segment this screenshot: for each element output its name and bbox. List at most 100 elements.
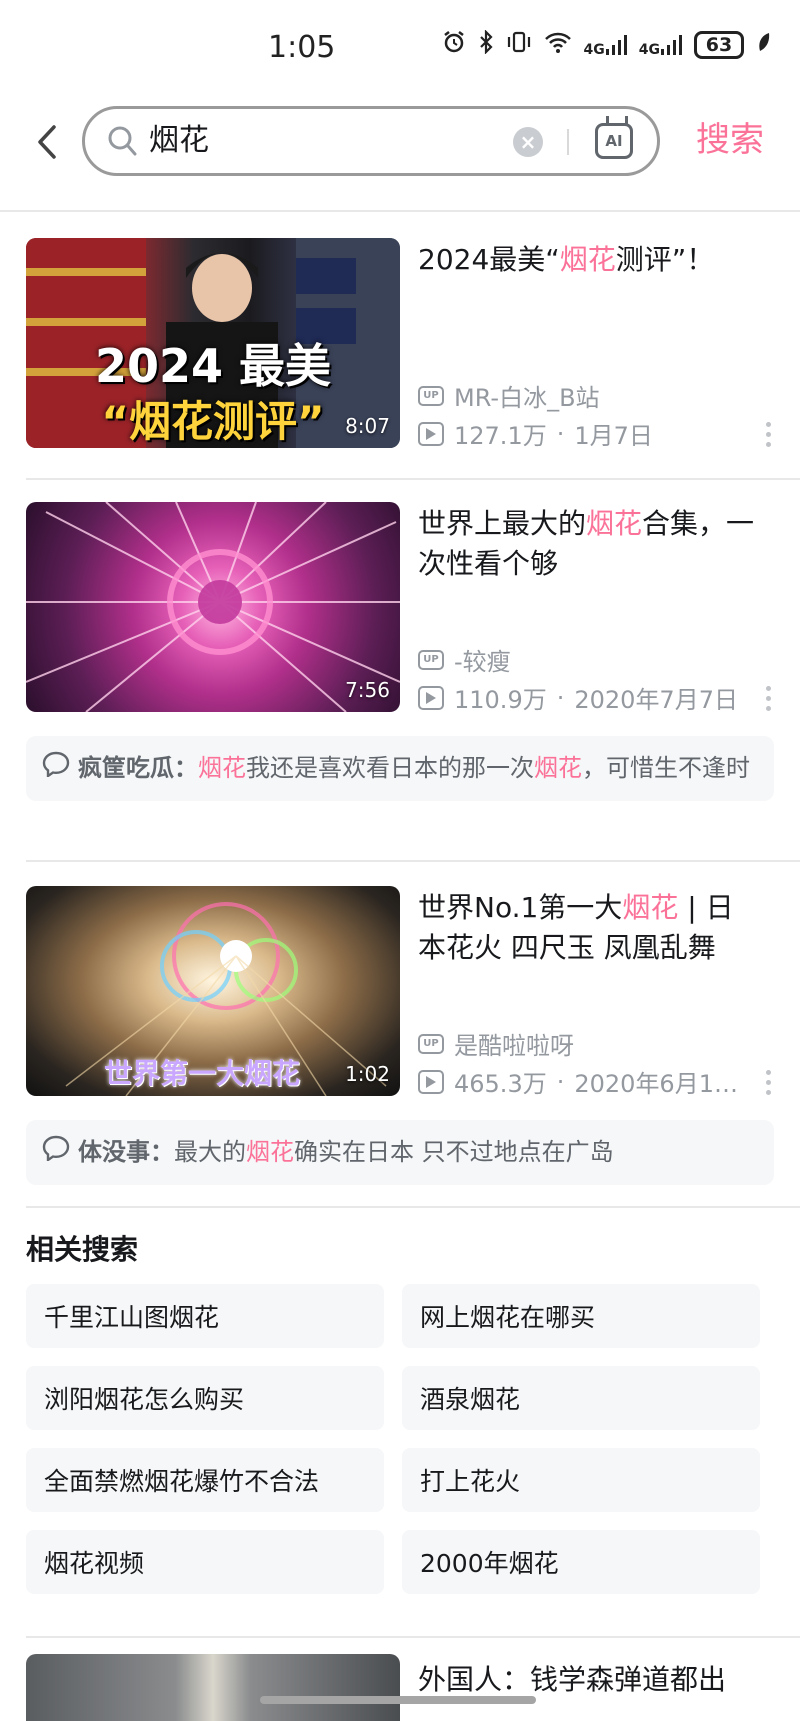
status-icons: 4G 4G 63 — [442, 29, 772, 60]
view-count: 465.3万 — [454, 1070, 547, 1098]
search-header: 烟花 × AI 搜索 — [0, 92, 800, 192]
stats-dot: · — [556, 683, 565, 712]
comment-user: 疯筐吃瓜： — [78, 754, 198, 782]
comment-icon — [42, 1135, 70, 1171]
publish-date: 2020年7月7日 — [574, 686, 738, 714]
related-search-item[interactable]: 2000年烟花 — [402, 1530, 760, 1594]
video-thumbnail[interactable]: 7:56 — [26, 502, 400, 712]
related-search-item[interactable]: 烟花视频 — [26, 1530, 384, 1594]
more-options-icon[interactable] — [764, 686, 772, 711]
up-badge-icon: UP — [418, 1033, 444, 1054]
header-divider — [0, 210, 800, 212]
video-item[interactable]: 2024 最美 “烟花测评” 8:07 2024最美“烟花测评”！ UP MR-… — [26, 238, 800, 451]
network-type-2: 4G — [638, 42, 660, 58]
item-divider — [26, 1206, 800, 1208]
uploader-name: 是酷啦啦呀 — [454, 1032, 574, 1060]
related-searches-grid: 千里江山图烟花 网上烟花在哪买 浏阳烟花怎么购买 酒泉烟花 全面禁燃烟花爆竹不合… — [26, 1284, 774, 1594]
search-icon — [107, 125, 137, 161]
comment-text: 我还是喜欢看日本的那一次 — [246, 754, 534, 782]
search-input[interactable]: 烟花 — [149, 109, 449, 173]
title-text: 测评”！ — [615, 243, 715, 276]
thumbnail-caption-2: “烟花测评” — [101, 397, 325, 446]
comment-highlight: 烟花 — [246, 1138, 294, 1166]
title-text: 世界No.1第一大 — [418, 891, 623, 924]
comment-text: ，可惜生不逢时 — [582, 754, 750, 782]
related-search-item[interactable]: 酒泉烟花 — [402, 1366, 760, 1430]
related-search-item[interactable]: 网上烟花在哪买 — [402, 1284, 760, 1348]
related-search-item[interactable]: 千里江山图烟花 — [26, 1284, 384, 1348]
status-bar: 1:05 4G 4G 63 — [0, 0, 800, 92]
comment-icon — [42, 751, 70, 787]
back-button[interactable] — [30, 120, 64, 164]
video-duration: 1:02 — [345, 1062, 390, 1086]
comment-user: 体没事： — [78, 1138, 174, 1166]
comment-highlight: 烟花 — [534, 754, 582, 782]
video-item[interactable]: 外国人：钱学森弹道都出 — [26, 1654, 800, 1721]
video-stats: 127.1万 · 1月7日 — [418, 416, 653, 451]
more-options-icon[interactable] — [764, 422, 772, 447]
uploader-name: -较瘦 — [454, 648, 511, 676]
thumbnail-art — [26, 502, 400, 712]
title-highlight: 烟花 — [622, 891, 679, 924]
stats-dot: · — [556, 419, 565, 448]
play-count-icon — [418, 421, 444, 446]
video-stats: 465.3万 · 2020年6月1… — [418, 1064, 738, 1099]
ai-search-button[interactable]: AI — [595, 123, 633, 159]
video-title[interactable]: 外国人：钱学森弹道都出 — [418, 1658, 726, 1698]
video-thumbnail[interactable]: 世界第一大烟花 1:02 — [26, 886, 400, 1096]
comment-text: 最大的 — [174, 1138, 246, 1166]
clear-icon[interactable]: × — [513, 127, 543, 157]
publish-date: 2020年6月1… — [574, 1070, 738, 1098]
title-highlight: 烟花 — [586, 507, 643, 540]
status-time: 1:05 — [268, 30, 336, 65]
up-badge-icon: UP — [418, 649, 444, 670]
stats-dot: · — [556, 1067, 565, 1096]
video-title[interactable]: 世界No.1第一大烟花 | 日本花火 四尺玉 凤凰乱舞 — [418, 888, 758, 968]
top-comment[interactable]: 疯筐吃瓜：烟花我还是喜欢看日本的那一次烟花，可惜生不逢时 — [26, 736, 774, 801]
video-uploader[interactable]: UP 是酷啦啦呀 — [418, 1026, 574, 1061]
video-title[interactable]: 世界上最大的烟花合集，一次性看个够 — [418, 504, 758, 584]
item-divider — [26, 478, 800, 480]
related-search-item[interactable]: 打上花火 — [402, 1448, 760, 1512]
video-thumbnail[interactable] — [26, 1654, 400, 1721]
more-options-icon[interactable] — [764, 1070, 772, 1095]
back-arrow-icon — [38, 125, 56, 159]
related-searches-title: 相关搜索 — [26, 1233, 139, 1266]
comment-highlight: 烟花 — [198, 754, 246, 782]
thumbnail-caption-1: 2024 最美 — [94, 339, 332, 393]
battery-indicator: 63 — [694, 31, 744, 59]
related-search-item[interactable]: 全面禁燃烟花爆竹不合法 — [26, 1448, 384, 1512]
video-item[interactable]: 7:56 世界上最大的烟花合集，一次性看个够 UP -较瘦 110.9万 · 2… — [26, 502, 800, 715]
home-indicator[interactable] — [260, 1696, 536, 1704]
video-thumbnail[interactable]: 2024 最美 “烟花测评” 8:07 — [26, 238, 400, 448]
bluetooth-icon — [478, 29, 494, 60]
video-uploader[interactable]: UP -较瘦 — [418, 642, 511, 677]
video-item[interactable]: 世界第一大烟花 1:02 世界No.1第一大烟花 | 日本花火 四尺玉 凤凰乱舞… — [26, 886, 800, 1099]
search-divider — [567, 129, 569, 155]
leaf-icon — [756, 30, 772, 60]
search-box[interactable]: 烟花 × AI — [82, 106, 660, 176]
video-duration: 7:56 — [345, 678, 390, 702]
thumbnail-caption: 世界第一大烟花 — [104, 1057, 301, 1090]
video-duration: 8:07 — [345, 414, 390, 438]
publish-date: 1月7日 — [574, 422, 653, 450]
comment-text: 确实在日本 只不过地点在广岛 — [294, 1138, 614, 1166]
title-text: 2024最美“ — [418, 243, 560, 276]
up-badge-icon: UP — [418, 385, 444, 406]
view-count: 110.9万 — [454, 686, 547, 714]
alarm-icon — [442, 30, 466, 60]
item-divider — [26, 860, 800, 862]
network-type-1: 4G — [583, 42, 605, 58]
search-submit-button[interactable]: 搜索 — [696, 112, 764, 161]
video-title[interactable]: 2024最美“烟花测评”！ — [418, 240, 758, 280]
signal-2-icon: 4G — [639, 33, 682, 57]
vibrate-icon — [506, 30, 532, 60]
view-count: 127.1万 — [454, 422, 547, 450]
title-text: 世界上最大的 — [418, 507, 587, 540]
top-comment[interactable]: 体没事：最大的烟花确实在日本 只不过地点在广岛 — [26, 1120, 774, 1185]
video-stats: 110.9万 · 2020年7月7日 — [418, 680, 738, 715]
related-search-item[interactable]: 浏阳烟花怎么购买 — [26, 1366, 384, 1430]
video-uploader[interactable]: UP MR-白冰_B站 — [418, 378, 600, 413]
play-count-icon — [418, 1069, 444, 1094]
wifi-icon — [544, 30, 572, 60]
